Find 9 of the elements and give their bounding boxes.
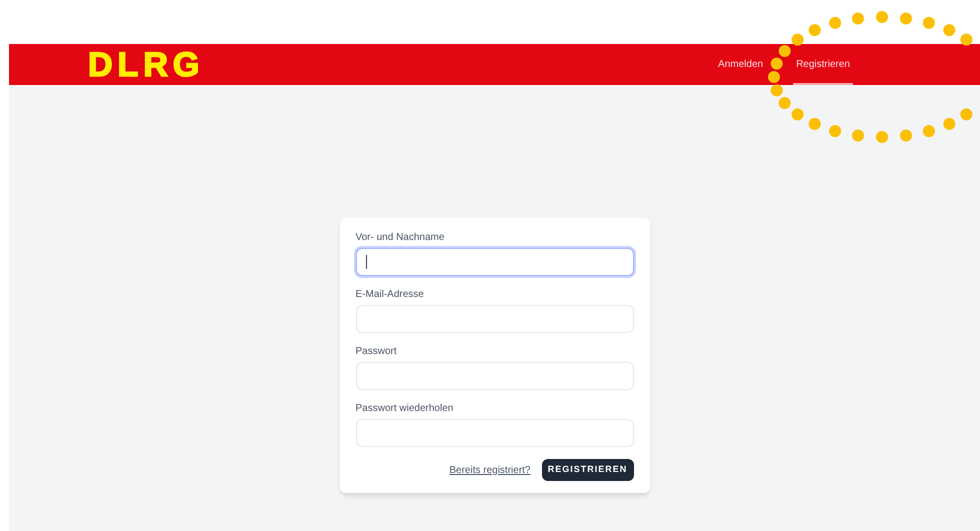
field-label: Passwort wiederholen [356, 402, 454, 416]
nav-link[interactable]: Anmelden [715, 44, 766, 85]
field-label: E-Mail-Adresse [356, 288, 425, 302]
input-field[interactable] [356, 248, 634, 276]
register-button[interactable]: REGISTRIEREN [542, 459, 634, 481]
field-label: Vor- und Nachname [356, 231, 446, 245]
field-label: Passwort [356, 345, 398, 359]
logo: DLRG [88, 48, 204, 82]
login-link[interactable]: Bereits registriert? [449, 462, 530, 478]
